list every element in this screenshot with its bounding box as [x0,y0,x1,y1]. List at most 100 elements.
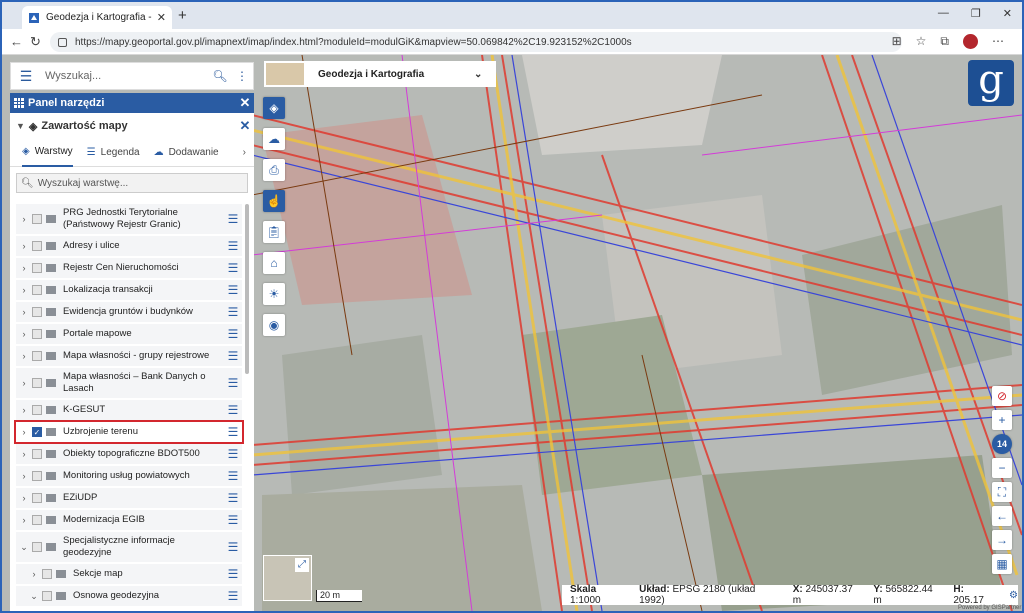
layer-checkbox[interactable] [32,542,42,552]
chevron-right-icon[interactable]: › [16,449,32,459]
basemap-icon[interactable]: ▦ [992,554,1012,574]
more-options-icon[interactable]: ⋮ [231,69,253,83]
collections-icon[interactable]: ⧉ [940,34,949,49]
layer-search-input[interactable]: 🔍︎ Wyszukaj warstwę... [16,173,248,193]
cloud-download-icon[interactable]: ☁ [263,128,285,150]
extensions-icon[interactable]: ⊞ [892,34,902,49]
layer-menu-icon[interactable]: ☰ [224,491,242,505]
layer-menu-icon[interactable]: ☰ [224,349,242,363]
layer-row[interactable]: › Modernizacja EGIB ☰ [16,510,242,530]
tab-close-icon[interactable]: ✕ [157,11,166,24]
sunrise-icon[interactable]: ☀ [263,283,285,305]
reload-icon[interactable]: ↻ [30,34,41,50]
chevron-right-icon[interactable]: › [26,569,42,579]
layer-menu-icon[interactable]: ☰ [224,261,242,275]
layer-checkbox[interactable] [32,329,42,339]
hamburger-menu-icon[interactable]: ☰ [11,68,41,85]
chevron-right-icon[interactable]: › [16,329,32,339]
layer-row[interactable]: › Rejestr Cen Nieruchomości ☰ [16,258,242,278]
layer-checkbox[interactable] [32,471,42,481]
layer-menu-icon[interactable]: ☰ [224,589,242,603]
layer-checkbox[interactable] [32,241,42,251]
layer-menu-icon[interactable]: ☰ [224,567,242,581]
chevron-right-icon[interactable]: › [16,427,32,437]
tab-legend[interactable]: ☰ Legenda [87,139,140,167]
layer-checkbox[interactable] [32,214,42,224]
more-menu-icon[interactable]: ⋯ [992,34,1004,49]
chevron-right-icon[interactable]: › [16,214,32,224]
layer-checkbox[interactable] [32,378,42,388]
layer-row[interactable]: › Lokalizacja transakcji ☰ [16,280,242,300]
topic-selector[interactable]: Geodezja i Kartografia ⌄ [264,61,496,87]
layer-row[interactable]: › ✓ Uzbrojenie terenu ☰ [14,420,244,444]
search-icon[interactable]: 🔍︎ [209,69,231,83]
layer-checkbox[interactable] [32,493,42,503]
layer-row[interactable]: › EZiUDP ☰ [16,488,242,508]
previous-view-icon[interactable]: ← [992,506,1012,526]
zoom-in-icon[interactable]: + [992,410,1012,430]
new-tab-icon[interactable]: + [178,7,187,24]
no-location-icon[interactable]: ⊘ [992,386,1012,406]
chevron-right-icon[interactable]: › [16,405,32,415]
clipboard-icon[interactable]: 📋︎ [263,221,285,243]
restore-icon[interactable]: ❐ [971,7,981,20]
layer-menu-icon[interactable]: ☰ [224,469,242,483]
layer-checkbox[interactable] [32,263,42,273]
layer-checkbox[interactable] [32,449,42,459]
layer-row[interactable]: › Obiekty topograficzne BDOT500 ☰ [16,444,242,464]
chevron-right-icon[interactable]: › [16,378,32,388]
scale-value[interactable]: 1:1000 [570,595,601,606]
chevron-down-icon[interactable]: ▼ [16,121,25,131]
layer-row[interactable]: › Ewidencja gruntów i budynków ☰ [16,302,242,322]
layer-row[interactable]: ⌄ Osnowa geodezyjna ☰ [16,586,242,606]
profile-avatar[interactable] [963,34,978,49]
chevron-right-icon[interactable]: › [16,493,32,503]
chevron-right-icon[interactable]: › [16,515,32,525]
settings-gear-icon[interactable]: ⚙ [1009,590,1018,601]
tab-add[interactable]: ☁ Dodawanie [154,139,219,167]
layer-menu-icon[interactable]: ☰ [224,212,242,226]
geoportal-logo[interactable]: g [968,60,1014,106]
search-input[interactable]: Wyszukaj... [41,70,209,82]
layer-checkbox[interactable] [32,405,42,415]
tab-layers[interactable]: ◈ Warstwy [22,139,73,167]
layer-row[interactable]: › Portale mapowe ☰ [16,324,242,344]
minimize-icon[interactable]: — [938,7,949,20]
layer-menu-icon[interactable]: ☰ [224,513,242,527]
close-section-icon[interactable]: ✕ [236,118,254,134]
full-extent-icon[interactable]: ⛶ [992,482,1012,502]
chevron-right-icon[interactable]: › [243,147,246,158]
layer-checkbox[interactable] [32,307,42,317]
chevron-right-icon[interactable]: › [16,307,32,317]
layer-menu-icon[interactable]: ☰ [224,283,242,297]
layer-menu-icon[interactable]: ☰ [224,540,242,554]
chevron-right-icon[interactable]: › [16,351,32,361]
layer-menu-icon[interactable]: ☰ [224,425,242,439]
print-icon[interactable]: ⎙ [263,159,285,181]
layer-row[interactable]: › Adresy i ulice ☰ [16,236,242,256]
back-icon[interactable]: ← [10,34,23,49]
favorite-icon[interactable]: ☆ [916,34,927,49]
identify-hand-icon[interactable]: ☝ [263,190,285,212]
layer-checkbox[interactable] [42,569,52,579]
expand-icon[interactable]: ⤢ [295,558,309,572]
layer-row[interactable]: › Mapa własności – Bank Danych o Lasach ☰ [16,368,242,398]
layer-row[interactable]: › PRG Jednostki Terytorialne (Państwowy R… [16,204,242,234]
chevron-down-icon[interactable]: ⌄ [16,542,32,553]
close-window-icon[interactable]: ✕ [1003,7,1012,20]
layer-row[interactable]: › Mapa własności - grupy rejestrowe ☰ [16,346,242,366]
layer-row[interactable]: › Monitoring usług powiatowych ☰ [16,466,242,486]
layer-menu-icon[interactable]: ☰ [224,403,242,417]
chevron-right-icon[interactable]: › [16,241,32,251]
layer-checkbox[interactable]: ✓ [32,427,42,437]
layers-tool-icon[interactable]: ◈ [263,97,285,119]
chevron-right-icon[interactable]: › [16,285,32,295]
chevron-right-icon[interactable]: › [16,263,32,273]
layer-checkbox[interactable] [32,351,42,361]
layer-checkbox[interactable] [42,591,52,601]
address-bar[interactable]: https://mapy.geoportal.gov.pl/imapnext/i… [50,32,902,52]
layer-menu-icon[interactable]: ☰ [224,327,242,341]
layer-row[interactable]: › K-GESUT ☰ [16,400,242,420]
layer-checkbox[interactable] [32,515,42,525]
layer-menu-icon[interactable]: ☰ [224,447,242,461]
